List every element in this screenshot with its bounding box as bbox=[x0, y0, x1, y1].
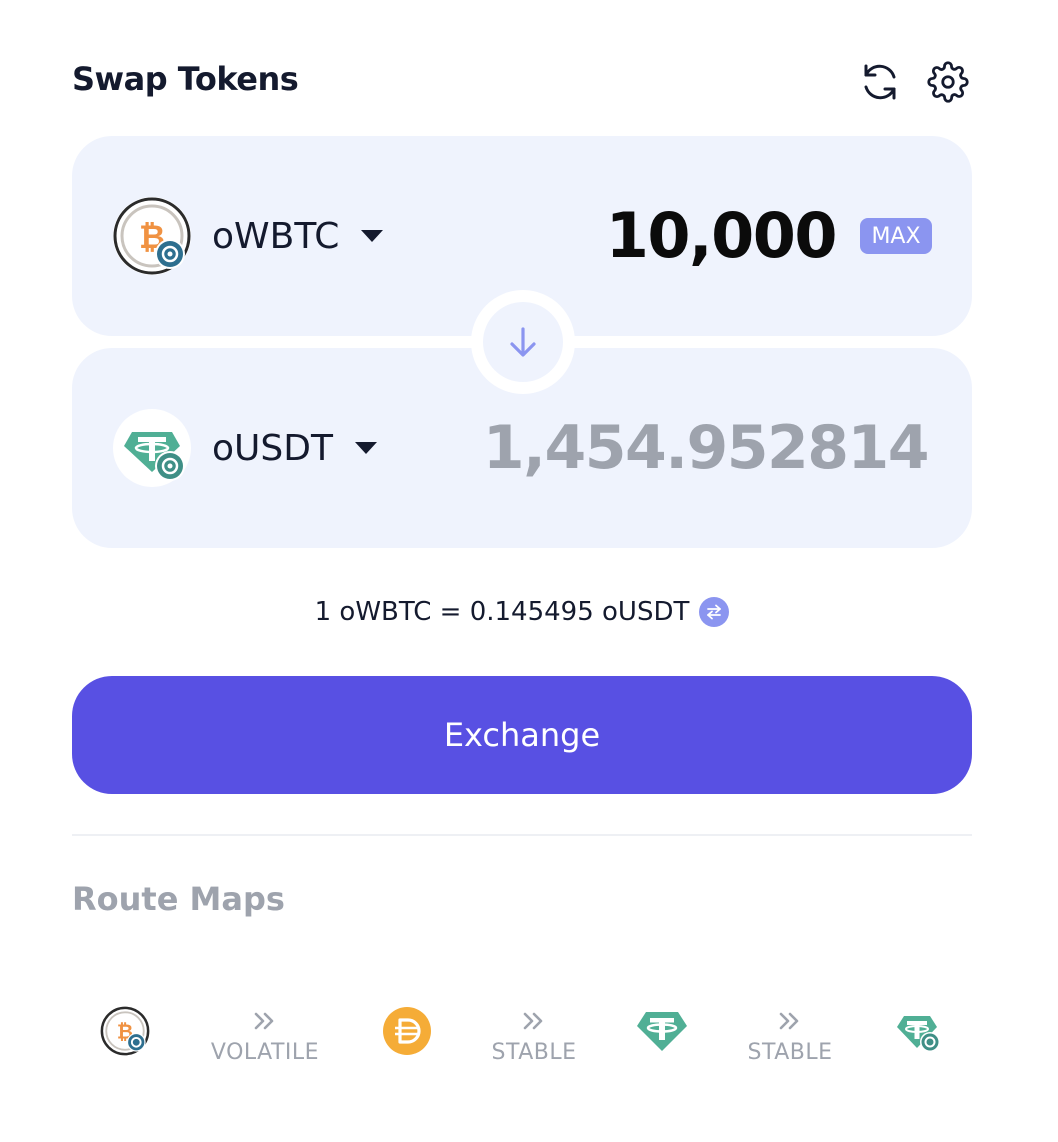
dai-token-icon bbox=[382, 1006, 432, 1060]
route-pool-type: STABLE bbox=[747, 1040, 833, 1065]
refresh-icon[interactable] bbox=[856, 58, 904, 106]
route-step: STABLE bbox=[464, 1006, 604, 1065]
usdt-token-icon bbox=[112, 408, 192, 488]
rate-text: 1 oWBTC = 0.145495 oUSDT bbox=[314, 597, 690, 627]
swap-direction-circle bbox=[483, 302, 563, 382]
to-amount-output: 1,454.952814 bbox=[482, 413, 930, 483]
route-pool-type: VOLATILE bbox=[210, 1040, 320, 1065]
swap-header: Swap Tokens bbox=[72, 56, 972, 112]
route-step: VOLATILE bbox=[195, 1006, 335, 1065]
arrow-down-icon bbox=[510, 327, 536, 357]
page-title: Swap Tokens bbox=[72, 60, 299, 98]
double-chevron-right-icon bbox=[523, 1012, 543, 1030]
exchange-button[interactable]: Exchange bbox=[72, 676, 972, 794]
wbtc-token-icon: ₿ bbox=[112, 196, 192, 276]
gear-icon[interactable] bbox=[924, 58, 972, 106]
to-token-name: oUSDT bbox=[212, 427, 333, 469]
chevron-down-icon bbox=[354, 442, 377, 454]
from-amount-input[interactable]: 10,000 bbox=[606, 196, 838, 276]
max-button[interactable]: MAX bbox=[860, 218, 932, 254]
exchange-rate: 1 oWBTC = 0.145495 oUSDT bbox=[0, 592, 1044, 632]
route-maps-title: Route Maps bbox=[72, 880, 285, 918]
route-step: STABLE bbox=[720, 1006, 860, 1065]
double-chevron-right-icon bbox=[779, 1012, 799, 1030]
double-chevron-right-icon bbox=[254, 1012, 274, 1030]
ousdt-token-icon bbox=[896, 1012, 942, 1058]
swap-direction-button[interactable] bbox=[471, 290, 575, 394]
to-token-selector[interactable]: oUSDT bbox=[112, 408, 377, 488]
from-token-name: oWBTC bbox=[212, 215, 340, 257]
swap-arrows-icon[interactable] bbox=[699, 597, 730, 627]
route-pool-type: STABLE bbox=[491, 1040, 577, 1065]
usdt-token-icon bbox=[636, 1010, 688, 1056]
wbtc-token-icon: ₿ bbox=[100, 1006, 150, 1060]
divider bbox=[72, 834, 972, 836]
chevron-down-icon bbox=[361, 230, 384, 242]
from-token-selector[interactable]: ₿ oWBTC bbox=[112, 196, 384, 276]
